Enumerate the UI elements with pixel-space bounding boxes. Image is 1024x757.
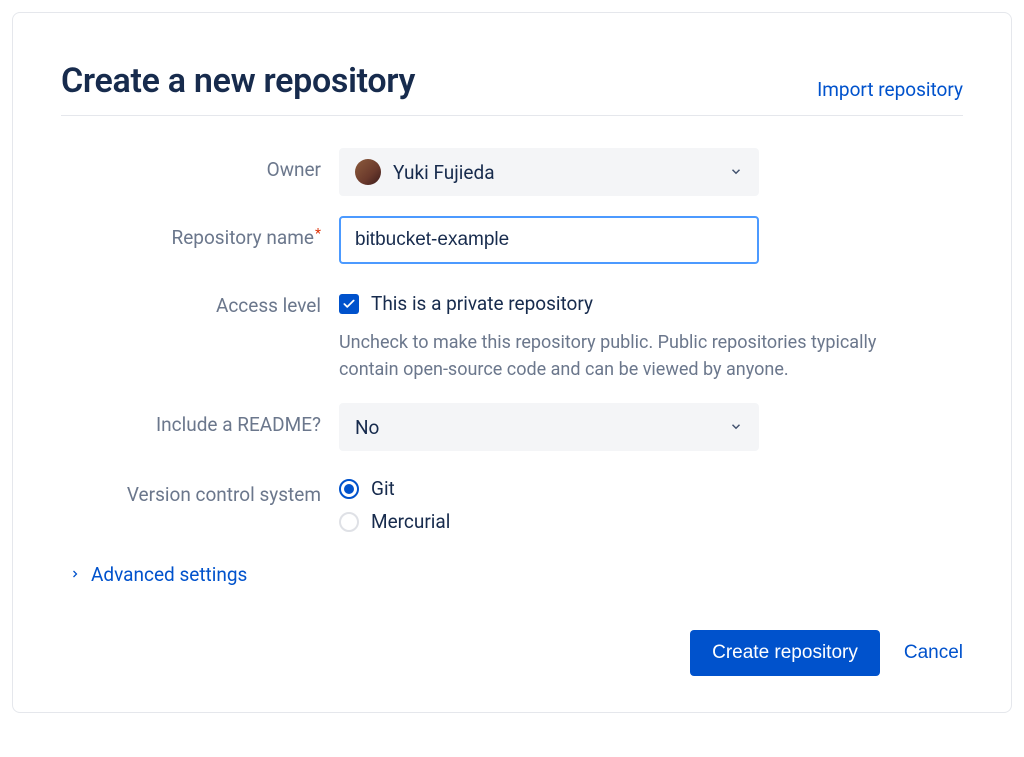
chevron-right-icon [69,565,81,584]
create-repository-button[interactable]: Create repository [690,630,880,676]
vcs-label: Version control system [61,471,339,509]
radio-mercurial-label: Mercurial [371,510,450,533]
row-vcs: Version control system Git Mercurial [61,471,963,543]
advanced-settings-toggle[interactable]: Advanced settings [69,563,963,586]
cancel-button[interactable]: Cancel [904,642,963,664]
panel-header: Create a new repository Import repositor… [61,61,963,116]
private-checkbox-label: This is a private repository [371,292,593,315]
avatar [355,159,381,185]
private-checkbox[interactable] [339,294,359,314]
radio-mercurial[interactable] [339,512,359,532]
radio-git-label: Git [371,477,395,500]
row-readme: Include a README? No [61,403,963,451]
vcs-option-git[interactable]: Git [339,477,450,500]
import-repository-link[interactable]: Import repository [817,78,963,101]
radio-git[interactable] [339,479,359,499]
create-repo-panel: Create a new repository Import repositor… [12,12,1012,713]
advanced-settings-label: Advanced settings [91,563,247,586]
access-label: Access level [61,284,339,317]
chevron-down-icon [729,161,743,184]
readme-label: Include a README? [61,403,339,436]
row-repo-name: Repository name* [61,216,963,264]
row-access-level: Access level This is a private repositor… [61,284,963,383]
repo-name-input[interactable] [339,216,759,264]
footer: Create repository Cancel [61,630,963,676]
required-indicator: * [315,226,321,242]
owner-select[interactable]: Yuki Fujieda [339,148,759,196]
chevron-down-icon [729,416,743,439]
page-title: Create a new repository [61,61,415,101]
vcs-option-mercurial[interactable]: Mercurial [339,510,450,533]
access-help-text: Uncheck to make this repository public. … [339,329,929,383]
readme-value: No [355,416,379,439]
owner-value: Yuki Fujieda [393,161,495,184]
repo-name-label: Repository name* [61,216,339,249]
owner-label: Owner [61,148,339,181]
row-owner: Owner Yuki Fujieda [61,148,963,196]
readme-select[interactable]: No [339,403,759,451]
